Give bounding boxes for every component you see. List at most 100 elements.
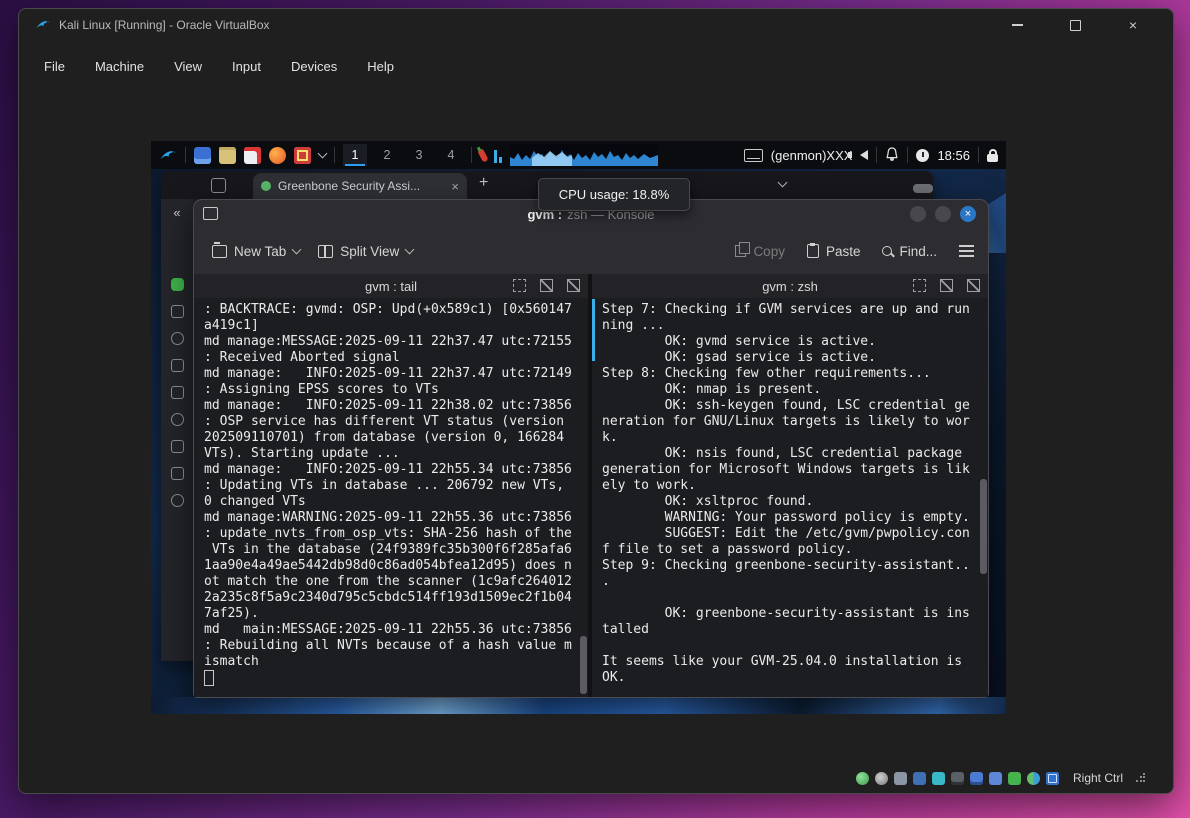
- split-move-icon[interactable]: [540, 279, 553, 292]
- maximize-pane-icon[interactable]: [513, 279, 526, 292]
- menu-file[interactable]: File: [29, 53, 80, 80]
- maximize-pane-icon[interactable]: [913, 279, 926, 292]
- host-desktop: { "host_window": { "title": "Kali Linux …: [0, 0, 1190, 818]
- konsole-maximize-button[interactable]: [935, 206, 951, 222]
- file-manager-icon[interactable]: [194, 147, 211, 164]
- clock-icon: [916, 149, 929, 162]
- copy-button[interactable]: Copy: [735, 244, 785, 259]
- genmon-label[interactable]: (genmon)XXX: [771, 148, 853, 163]
- maximize-button[interactable]: [1061, 12, 1089, 38]
- scrollbar[interactable]: [980, 299, 987, 695]
- pane-header[interactable]: gvm : tail: [194, 274, 588, 298]
- kali-panel: 1 2 3 4 (genmon)XXX 18:56: [151, 141, 1006, 169]
- close-split-icon[interactable]: [567, 279, 580, 292]
- paste-button[interactable]: Paste: [807, 244, 861, 259]
- konsole-pane-right[interactable]: gvm : zsh Step 7: Checking if GVM servic…: [592, 274, 988, 697]
- vm-display[interactable]: 1 2 3 4 (genmon)XXX 18:56: [151, 141, 1006, 714]
- workspace-3[interactable]: 3: [407, 144, 431, 166]
- terminal-line: : Assigning EPSS scores to VTs: [204, 382, 580, 398]
- terminal-line: : Updating VTs in database ... 206792 ne…: [204, 478, 580, 494]
- scrollbar[interactable]: [580, 299, 587, 695]
- bell-icon[interactable]: [885, 147, 899, 163]
- firefox-icon[interactable]: [269, 147, 286, 164]
- lock-icon[interactable]: [987, 154, 998, 162]
- status-sharedfolders-icon[interactable]: [951, 772, 964, 785]
- tab-overview-icon[interactable]: [211, 178, 226, 193]
- gsa-sidebar-icon[interactable]: [171, 467, 184, 480]
- status-keyboard-icon[interactable]: [1046, 772, 1059, 785]
- red-app-icon[interactable]: [294, 147, 311, 164]
- status-audio-icon[interactable]: [894, 772, 907, 785]
- status-features-icon[interactable]: [1008, 772, 1021, 785]
- resize-grip[interactable]: [1135, 773, 1145, 783]
- terminal-line: It seems like your GVM-25.04.0 installat…: [602, 654, 980, 670]
- clock-label[interactable]: 18:56: [937, 148, 970, 163]
- close-button[interactable]: ×: [1119, 12, 1147, 38]
- status-mouse-icon[interactable]: [1027, 772, 1040, 785]
- status-optical-icon[interactable]: [875, 772, 888, 785]
- gsa-sidebar-icon[interactable]: [171, 359, 184, 372]
- close-split-icon[interactable]: [967, 279, 980, 292]
- konsole-window[interactable]: gvm : zsh — Konsole × New Tab Split V: [193, 199, 989, 698]
- workspace-1[interactable]: 1: [343, 144, 367, 166]
- gsa-sidebar-icon[interactable]: [171, 440, 184, 453]
- tab-list-chevron-icon[interactable]: [778, 178, 788, 188]
- workspace-4[interactable]: 4: [439, 144, 463, 166]
- find-button[interactable]: Find...: [882, 244, 937, 259]
- gsa-sidebar-icon[interactable]: [171, 413, 184, 426]
- menu-devices[interactable]: Devices: [276, 53, 352, 80]
- gsa-sidebar-icon[interactable]: [171, 305, 184, 318]
- status-usb-icon[interactable]: [932, 772, 945, 785]
- terminal-line: OK: nsis found, LSC credential package: [602, 446, 980, 462]
- konsole-panes: gvm : tail : BACKTRACE: gvmd: OSP: Upd(+…: [194, 274, 988, 697]
- gsa-sidebar-icon[interactable]: [171, 332, 184, 345]
- browser-tab[interactable]: Greenbone Security Assi... ×: [253, 173, 467, 199]
- virtualbox-titlebar[interactable]: Kali Linux [Running] - Oracle VirtualBox…: [19, 9, 1173, 41]
- menu-machine[interactable]: Machine: [80, 53, 159, 80]
- scrollbar-thumb[interactable]: [980, 479, 987, 574]
- minimize-button[interactable]: [1003, 12, 1031, 38]
- speaker-icon[interactable]: [860, 150, 868, 160]
- paste-label: Paste: [826, 244, 861, 259]
- terminal-line: OK: nmap is present.: [602, 382, 980, 398]
- keyboard-icon[interactable]: [744, 149, 763, 162]
- cpu-graph[interactable]: [510, 144, 658, 166]
- status-hdd-icon[interactable]: [856, 772, 869, 785]
- menu-input[interactable]: Input: [217, 53, 276, 80]
- virtualbox-menubar: File Machine View Input Devices Help: [29, 45, 409, 87]
- new-tab-button[interactable]: New Tab: [212, 244, 300, 259]
- terminal-line: ismatch: [204, 654, 580, 670]
- hamburger-menu-icon[interactable]: [959, 250, 974, 252]
- split-view-button[interactable]: Split View: [318, 244, 413, 259]
- terminal-line: md manage: INFO:2025-09-11 22h38.02 utc:…: [204, 398, 580, 414]
- kali-menu-icon[interactable]: [159, 146, 177, 164]
- menu-view[interactable]: View: [159, 53, 217, 80]
- terminal-line: : Received Aborted signal: [204, 350, 580, 366]
- konsole-pane-left[interactable]: gvm : tail : BACKTRACE: gvmd: OSP: Upd(+…: [194, 274, 588, 697]
- status-recording-icon[interactable]: [989, 772, 1002, 785]
- status-display-icon[interactable]: [970, 772, 983, 785]
- panel-overflow-chevron-icon[interactable]: [318, 149, 328, 159]
- gsa-logo-icon[interactable]: [171, 278, 184, 291]
- close-tab-icon[interactable]: ×: [451, 179, 459, 194]
- menu-help[interactable]: Help: [352, 53, 409, 80]
- terminal-line: OK: gvmd service is active.: [602, 334, 980, 350]
- terminal-line: ot match the one from the scanner (1c9af…: [204, 574, 580, 590]
- gsa-sidebar-icon[interactable]: [171, 494, 184, 507]
- text-editor-icon[interactable]: [244, 147, 261, 164]
- konsole-close-button[interactable]: ×: [960, 206, 976, 222]
- status-network-icon[interactable]: [913, 772, 926, 785]
- terminal-line: neration for GNU/Linux targets is likely…: [602, 414, 980, 430]
- gsa-sidebar-icon[interactable]: [171, 386, 184, 399]
- terminal-output[interactable]: : BACKTRACE: gvmd: OSP: Upd(+0x589c1) [0…: [194, 298, 588, 697]
- folder-icon[interactable]: [219, 147, 236, 164]
- pane-header[interactable]: gvm : zsh: [592, 274, 988, 298]
- new-tab-icon[interactable]: +: [479, 174, 488, 192]
- sidebar-collapse-icon[interactable]: «: [173, 205, 180, 220]
- workspace-2[interactable]: 2: [375, 144, 399, 166]
- scrollbar-thumb[interactable]: [580, 636, 587, 694]
- konsole-minimize-button[interactable]: [910, 206, 926, 222]
- terminal-output[interactable]: Step 7: Checking if GVM services are up …: [592, 298, 988, 697]
- split-move-icon[interactable]: [940, 279, 953, 292]
- search-icon: [882, 246, 892, 256]
